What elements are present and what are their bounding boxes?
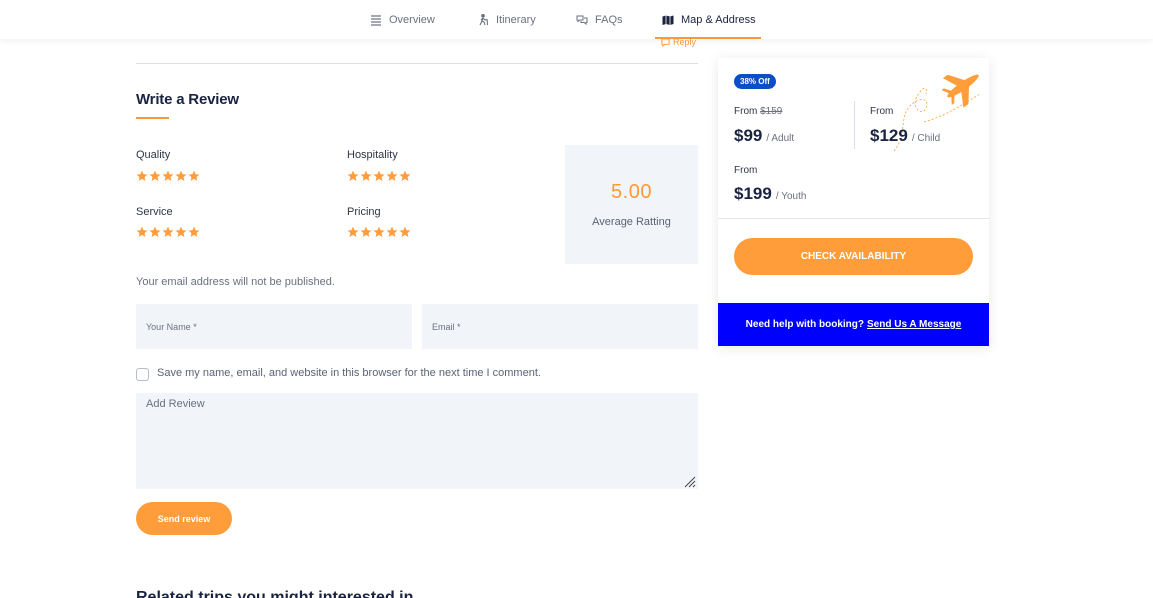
rating-label-service: Service — [136, 206, 173, 218]
section-divider — [136, 63, 698, 64]
privacy-note: Your email address will not be published… — [136, 276, 335, 288]
send-message-link[interactable]: Send Us A Message — [867, 319, 961, 330]
rating-stars-quality[interactable] — [136, 170, 200, 182]
nav-tab-label: Overview — [389, 13, 435, 26]
star-icon[interactable] — [188, 170, 200, 182]
star-icon[interactable] — [373, 170, 385, 182]
adult-old-price: $159 — [760, 106, 783, 117]
rating-stars-hospitality[interactable] — [347, 170, 411, 182]
star-icon[interactable] — [162, 170, 174, 182]
star-icon[interactable] — [136, 170, 148, 182]
nav-tab-label: Itinerary — [496, 13, 536, 26]
chat-bubbles-icon — [576, 15, 588, 25]
rating-label-hospitality: Hospitality — [347, 149, 398, 161]
list-icon — [371, 14, 381, 26]
price-divider — [854, 101, 855, 149]
save-info-checkbox[interactable] — [136, 368, 149, 381]
average-rating-box: 5.00 Average Ratting — [565, 145, 698, 264]
star-icon[interactable] — [373, 226, 385, 238]
nav-tab-overview[interactable]: Overview — [370, 0, 435, 39]
star-icon[interactable] — [399, 170, 411, 182]
star-icon[interactable] — [386, 170, 398, 182]
rating-stars-service[interactable] — [136, 226, 200, 238]
hiker-icon — [479, 13, 489, 25]
star-icon[interactable] — [188, 226, 200, 238]
card-divider — [718, 218, 989, 219]
send-review-button[interactable]: Send review — [136, 502, 232, 535]
star-icon[interactable] — [149, 170, 161, 182]
nav-tab-faqs[interactable]: FAQs — [576, 0, 623, 39]
discount-badge: 38% Off — [734, 74, 776, 89]
nav-tab-itinerary[interactable]: Itinerary — [477, 0, 536, 39]
help-text: Need help with booking? — [745, 319, 865, 330]
adult-price: $99 / Adult — [734, 126, 795, 145]
star-icon[interactable] — [360, 170, 372, 182]
review-heading: Write a Review — [136, 91, 239, 108]
star-icon[interactable] — [360, 226, 372, 238]
rating-label-pricing: Pricing — [347, 206, 381, 218]
resize-handle-icon[interactable] — [682, 474, 696, 488]
booking-help-bar: Need help with booking? Send Us A Messag… — [718, 303, 989, 346]
child-price: $129 / Child — [870, 126, 941, 145]
youth-from-label: From — [734, 165, 758, 176]
map-icon — [662, 15, 674, 25]
active-tab-indicator — [655, 37, 761, 39]
review-textarea[interactable] — [136, 393, 698, 489]
adult-from-label: From $159 — [734, 106, 783, 117]
heading-underline — [136, 117, 169, 119]
star-icon[interactable] — [175, 226, 187, 238]
child-from-label: From — [870, 106, 894, 117]
tour-section-nav: Overview Itinerary FAQs Map & Address — [0, 0, 1153, 39]
name-input[interactable] — [136, 304, 412, 349]
rating-label-quality: Quality — [136, 149, 171, 161]
email-input[interactable] — [422, 304, 698, 349]
star-icon[interactable] — [386, 226, 398, 238]
rating-stars-pricing[interactable] — [347, 226, 411, 238]
nav-tab-label: Map & Address — [681, 13, 756, 26]
booking-card: 38% Off From $159 $99 / Adult From $129 … — [718, 58, 989, 346]
star-icon[interactable] — [347, 170, 359, 182]
save-info-label: Save my name, email, and website in this… — [157, 367, 541, 379]
youth-price: $199 / Youth — [734, 184, 807, 203]
nav-tab-label: FAQs — [595, 13, 623, 26]
related-trips-heading: Related trips you might interested in — [136, 589, 414, 598]
star-icon[interactable] — [162, 226, 174, 238]
star-icon[interactable] — [399, 226, 411, 238]
star-icon[interactable] — [175, 170, 187, 182]
star-icon[interactable] — [347, 226, 359, 238]
average-rating-label: Average Ratting — [592, 216, 671, 228]
check-availability-button[interactable]: CHECK AVAILABILITY — [734, 238, 973, 275]
star-icon[interactable] — [136, 226, 148, 238]
average-rating-value: 5.00 — [611, 181, 652, 203]
star-icon[interactable] — [149, 226, 161, 238]
nav-tab-map-address[interactable]: Map & Address — [662, 0, 756, 39]
